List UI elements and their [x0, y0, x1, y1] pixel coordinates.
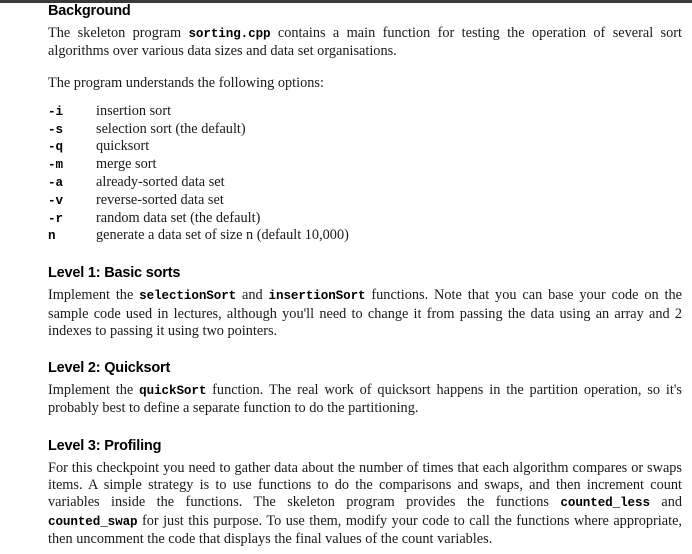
option-row: -m merge sort [48, 156, 349, 174]
inline-code: sorting.cpp [188, 27, 271, 41]
paragraph-background-intro: The skeleton program sorting.cpp contain… [48, 25, 682, 61]
option-description: merge sort [96, 156, 157, 173]
option-flag: n [48, 229, 56, 244]
option-flag: -q [48, 140, 64, 155]
inline-code: insertionSort [268, 289, 366, 304]
option-description: quicksort [96, 138, 150, 155]
option-flag: -a [48, 176, 64, 191]
paragraph-level-3-body: For this checkpoint you need to gather d… [48, 460, 682, 548]
option-row: -r random data set (the default) [48, 210, 349, 228]
heading-level-1: Level 1: Basic sorts [48, 265, 181, 282]
heading-level-2: Level 2: Quicksort [48, 360, 171, 377]
option-flag: -v [48, 193, 64, 208]
paragraph-options-intro: The program understands the following op… [48, 75, 682, 92]
option-flag: -s [48, 122, 64, 137]
text-run: Implement the [48, 382, 140, 399]
text-run: and [236, 287, 269, 304]
option-description: already-sorted data set [96, 174, 225, 191]
option-row: n generate a data set of size n (default … [48, 227, 349, 245]
option-flag: -r [48, 211, 64, 226]
text-run: Implement the [48, 287, 140, 304]
option-description: selection sort (the default) [96, 120, 246, 137]
document-content: Background The skeleton program sorting.c… [48, 3, 682, 548]
text-run: The skeleton program [48, 25, 189, 41]
option-description: insertion sort [96, 102, 172, 119]
paragraph-level-1-body: Implement the selectionSort and insertio… [48, 287, 682, 340]
option-description: random data set (the default) [96, 209, 261, 226]
option-flag: -m [48, 158, 64, 173]
text-run: for just this purpose. To use them, modi… [48, 512, 682, 547]
options-spacer [48, 92, 682, 103]
text-run: The program understands the following op… [48, 74, 324, 91]
inline-code: counted_less [560, 496, 650, 511]
option-description: generate a data set of size n (default 1… [96, 227, 349, 244]
document-page: Background The skeleton program sorting.c… [0, 0, 692, 554]
paragraph-level-2-body: Implement the quickSort function. The re… [48, 382, 682, 418]
heading-background: Background [48, 3, 131, 19]
option-description: reverse-sorted data set [96, 191, 224, 208]
inline-code: quickSort [139, 384, 207, 399]
inline-code: selectionSort [139, 289, 237, 304]
option-flag: -i [48, 104, 64, 119]
option-row: -i insertion sort [48, 103, 349, 121]
option-row: -s selection sort (the default) [48, 121, 349, 139]
options-list: -i insertion sort -s selection sort (the de… [48, 103, 349, 245]
option-row: -q quicksort [48, 138, 349, 156]
inline-code: counted_swap [48, 514, 138, 529]
option-row: -v reverse-sorted data set [48, 192, 349, 210]
text-run: and [649, 494, 683, 511]
option-row: -a already-sorted data set [48, 174, 349, 192]
heading-level-3: Level 3: Profiling [48, 437, 162, 454]
